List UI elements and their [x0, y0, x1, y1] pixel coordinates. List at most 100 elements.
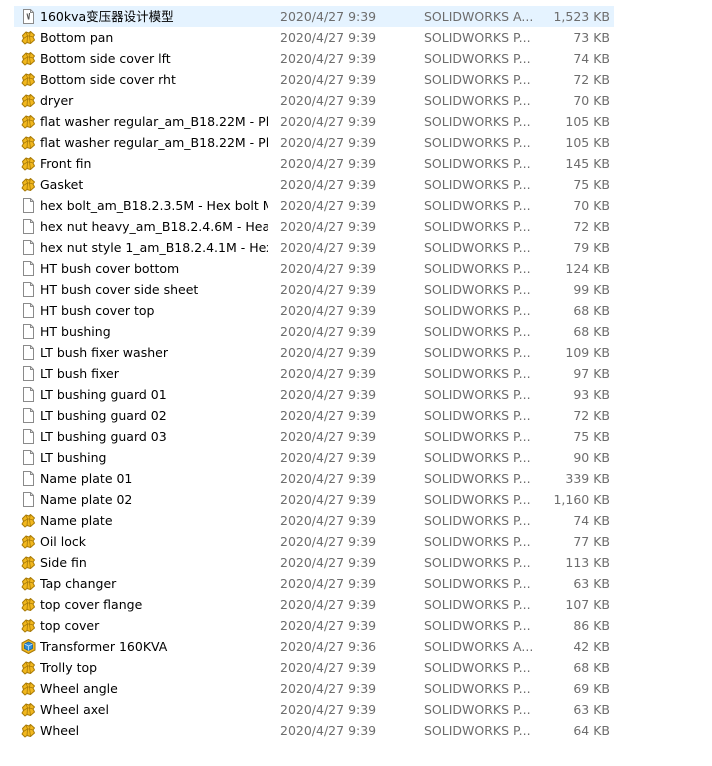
file-row[interactable]: LT bushing guard 02 2020/4/27 9:39 SOLID… [14, 405, 614, 426]
file-size: 63 KB [573, 576, 610, 591]
file-size: 74 KB [573, 51, 610, 66]
blank-file-icon [20, 491, 37, 508]
file-size: 86 KB [573, 618, 610, 633]
file-row[interactable]: LT bush fixer 2020/4/27 9:39 SOLIDWORKS … [14, 363, 614, 384]
sw-part-icon [20, 155, 37, 172]
file-date-modified: 2020/4/27 9:39 [280, 198, 377, 213]
file-row[interactable]: Bottom pan 2020/4/27 9:39 SOLIDWORKS P..… [14, 27, 614, 48]
file-row[interactable]: Side fin 2020/4/27 9:39 SOLIDWORKS P... … [14, 552, 614, 573]
file-row[interactable]: hex bolt_am_B18.2.3.5M - Hex bolt M... 2… [14, 195, 614, 216]
file-date-modified: 2020/4/27 9:39 [280, 114, 377, 129]
file-row[interactable]: hex nut style 1_am_B18.2.4.1M - Hex ... … [14, 237, 614, 258]
file-type: SOLIDWORKS P... [424, 387, 531, 402]
file-type: SOLIDWORKS P... [424, 261, 531, 276]
file-date-modified: 2020/4/27 9:39 [280, 723, 377, 738]
file-row[interactable]: Oil lock 2020/4/27 9:39 SOLIDWORKS P... … [14, 531, 614, 552]
file-row[interactable]: LT bushing 2020/4/27 9:39 SOLIDWORKS P..… [14, 447, 614, 468]
file-date-modified: 2020/4/27 9:39 [280, 30, 377, 45]
file-row[interactable]: top cover flange 2020/4/27 9:39 SOLIDWOR… [14, 594, 614, 615]
file-size: 72 KB [573, 219, 610, 234]
file-type: SOLIDWORKS P... [424, 408, 531, 423]
sw-part-icon [20, 617, 37, 634]
file-size: 107 KB [565, 597, 610, 612]
file-type: SOLIDWORKS P... [424, 660, 531, 675]
file-row[interactable]: Trolly top 2020/4/27 9:39 SOLIDWORKS P..… [14, 657, 614, 678]
file-row[interactable]: flat washer regular_am_B18.22M - Pl... 2… [14, 132, 614, 153]
blank-file-icon [20, 344, 37, 361]
file-date-modified: 2020/4/27 9:39 [280, 282, 377, 297]
file-row[interactable]: dryer 2020/4/27 9:39 SOLIDWORKS P... 70 … [14, 90, 614, 111]
file-date-modified: 2020/4/27 9:39 [280, 702, 377, 717]
sw-part-icon [20, 29, 37, 46]
file-row[interactable]: Front fin 2020/4/27 9:39 SOLIDWORKS P...… [14, 153, 614, 174]
file-row[interactable]: Transformer 160KVA 2020/4/27 9:36 SOLIDW… [14, 636, 614, 657]
file-size: 74 KB [573, 513, 610, 528]
file-date-modified: 2020/4/27 9:39 [280, 177, 377, 192]
file-row[interactable]: Name plate 02 2020/4/27 9:39 SOLIDWORKS … [14, 489, 614, 510]
file-size: 99 KB [573, 282, 610, 297]
file-row[interactable]: Wheel 2020/4/27 9:39 SOLIDWORKS P... 64 … [14, 720, 614, 741]
file-size: 68 KB [573, 324, 610, 339]
file-row[interactable]: Name plate 01 2020/4/27 9:39 SOLIDWORKS … [14, 468, 614, 489]
file-date-modified: 2020/4/27 9:39 [280, 513, 377, 528]
sw-part-icon [20, 575, 37, 592]
file-type: SOLIDWORKS P... [424, 513, 531, 528]
file-size: 109 KB [565, 345, 610, 360]
file-size: 42 KB [573, 639, 610, 654]
file-type: SOLIDWORKS P... [424, 534, 531, 549]
file-name: Oil lock [40, 534, 86, 549]
file-row[interactable]: HT bush cover side sheet 2020/4/27 9:39 … [14, 279, 614, 300]
file-type: SOLIDWORKS P... [424, 219, 531, 234]
file-row[interactable]: Gasket 2020/4/27 9:39 SOLIDWORKS P... 75… [14, 174, 614, 195]
file-row[interactable]: LT bushing guard 01 2020/4/27 9:39 SOLID… [14, 384, 614, 405]
file-date-modified: 2020/4/27 9:39 [280, 135, 377, 150]
file-row[interactable]: HT bush cover top 2020/4/27 9:39 SOLIDWO… [14, 300, 614, 321]
file-size: 73 KB [573, 30, 610, 45]
file-date-modified: 2020/4/27 9:39 [280, 366, 377, 381]
file-size: 105 KB [565, 135, 610, 150]
file-row[interactable]: LT bush fixer washer 2020/4/27 9:39 SOLI… [14, 342, 614, 363]
file-row[interactable]: Bottom side cover lft 2020/4/27 9:39 SOL… [14, 48, 614, 69]
file-name: Front fin [40, 156, 92, 171]
blank-file-icon [20, 323, 37, 340]
file-name: Tap changer [40, 576, 117, 591]
file-row[interactable]: hex nut heavy_am_B18.2.4.6M - Heav... 20… [14, 216, 614, 237]
file-name: LT bush fixer washer [40, 345, 168, 360]
file-type: SOLIDWORKS P... [424, 681, 531, 696]
file-row[interactable]: Wheel axel 2020/4/27 9:39 SOLIDWORKS P..… [14, 699, 614, 720]
file-name: HT bush cover bottom [40, 261, 180, 276]
file-date-modified: 2020/4/27 9:39 [280, 618, 377, 633]
file-row[interactable]: HT bush cover bottom 2020/4/27 9:39 SOLI… [14, 258, 614, 279]
file-row[interactable]: LT bushing guard 03 2020/4/27 9:39 SOLID… [14, 426, 614, 447]
file-row[interactable]: top cover 2020/4/27 9:39 SOLIDWORKS P...… [14, 615, 614, 636]
file-date-modified: 2020/4/27 9:39 [280, 345, 377, 360]
sw-part-icon [20, 512, 37, 529]
file-row[interactable]: Wheel angle 2020/4/27 9:39 SOLIDWORKS P.… [14, 678, 614, 699]
file-date-modified: 2020/4/27 9:39 [280, 9, 377, 24]
sw-part-icon [20, 701, 37, 718]
file-type: SOLIDWORKS P... [424, 618, 531, 633]
file-name: LT bushing guard 03 [40, 429, 167, 444]
file-type: SOLIDWORKS P... [424, 303, 531, 318]
blank-file-icon [20, 386, 37, 403]
file-name: Gasket [40, 177, 84, 192]
file-type: SOLIDWORKS A... [424, 9, 534, 24]
file-row[interactable]: Bottom side cover rht 2020/4/27 9:39 SOL… [14, 69, 614, 90]
file-row[interactable]: HT bushing 2020/4/27 9:39 SOLIDWORKS P..… [14, 321, 614, 342]
file-name: hex nut style 1_am_B18.2.4.1M - Hex ... [40, 240, 268, 255]
file-type: SOLIDWORKS P... [424, 114, 531, 129]
file-date-modified: 2020/4/27 9:39 [280, 660, 377, 675]
file-size: 1,160 KB [553, 492, 610, 507]
file-row[interactable]: flat washer regular_am_B18.22M - Pl... 2… [14, 111, 614, 132]
file-date-modified: 2020/4/27 9:39 [280, 450, 377, 465]
file-row[interactable]: Name plate 2020/4/27 9:39 SOLIDWORKS P..… [14, 510, 614, 531]
file-type: SOLIDWORKS P... [424, 177, 531, 192]
file-date-modified: 2020/4/27 9:39 [280, 261, 377, 276]
file-row[interactable]: Tap changer 2020/4/27 9:39 SOLIDWORKS P.… [14, 573, 614, 594]
sw-part-icon [20, 92, 37, 109]
file-row[interactable]: 160kva变压器设计模型 2020/4/27 9:39 SOLIDWORKS … [14, 6, 614, 27]
sw-part-icon [20, 554, 37, 571]
file-type: SOLIDWORKS P... [424, 30, 531, 45]
file-type: SOLIDWORKS P... [424, 471, 531, 486]
file-name: 160kva变压器设计模型 [40, 9, 174, 24]
